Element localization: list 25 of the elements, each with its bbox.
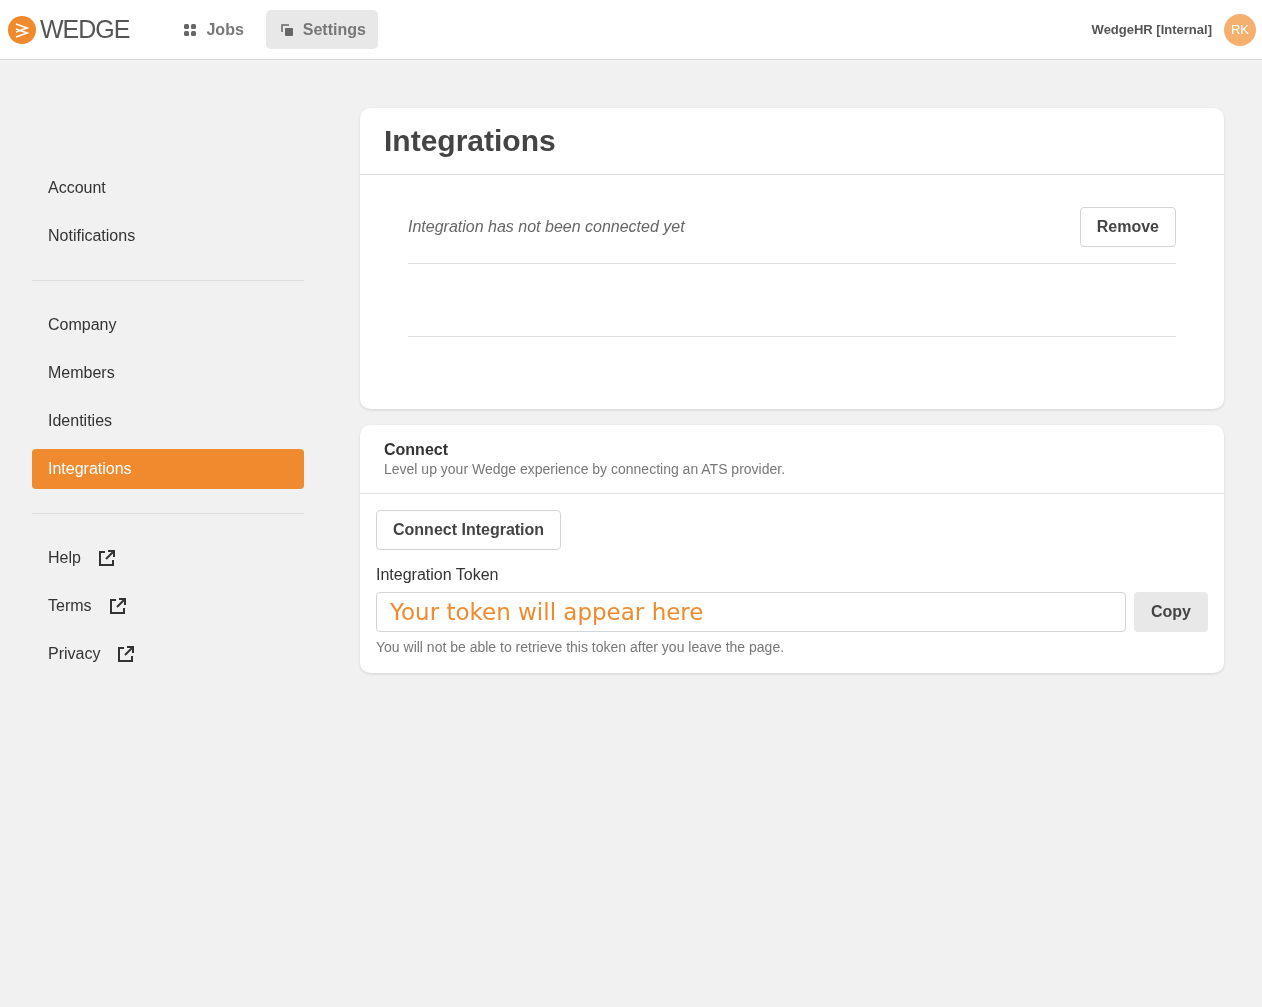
organization-name: WedgeHR [Internal] <box>1091 22 1212 37</box>
sidebar-item[interactable]: Identities <box>32 401 304 441</box>
remove-button[interactable]: Remove <box>1079 207 1176 247</box>
nav-tab[interactable]: Jobs <box>169 10 256 49</box>
sidebar-item[interactable]: Account <box>32 168 304 208</box>
sidebar-item[interactable]: Notifications <box>32 216 304 256</box>
connect-integration-button[interactable]: Connect Integration <box>376 510 562 550</box>
section-title: Connect <box>384 441 449 459</box>
grid-icon <box>184 23 197 36</box>
logo-icon <box>8 15 36 44</box>
token-field[interactable]: Your token will appear here <box>376 592 1126 632</box>
help-text: You will not be able to retrieve this token after you leave the page. <box>376 639 786 655</box>
sidebar-item[interactable]: Privacy <box>32 634 304 674</box>
sidebar-item[interactable]: Help <box>32 538 304 578</box>
sidebar-item[interactable]: Members <box>32 353 304 393</box>
copy-button[interactable]: Copy <box>1134 592 1208 632</box>
field-label: Integration Token <box>376 566 500 584</box>
nav-tab[interactable]: Settings <box>265 10 378 49</box>
status-text: Integration has not been connected yet <box>408 218 685 236</box>
copy-icon <box>280 23 293 36</box>
logo-text: WEDGE <box>40 15 130 44</box>
card-title: Integrations <box>360 108 1224 175</box>
sidebar-item[interactable]: Terms <box>32 586 304 626</box>
section-subtitle: Level up your Wedge experience by connecting an ATS provider. <box>384 461 787 477</box>
sidebar-item[interactable]: Company <box>32 305 304 345</box>
